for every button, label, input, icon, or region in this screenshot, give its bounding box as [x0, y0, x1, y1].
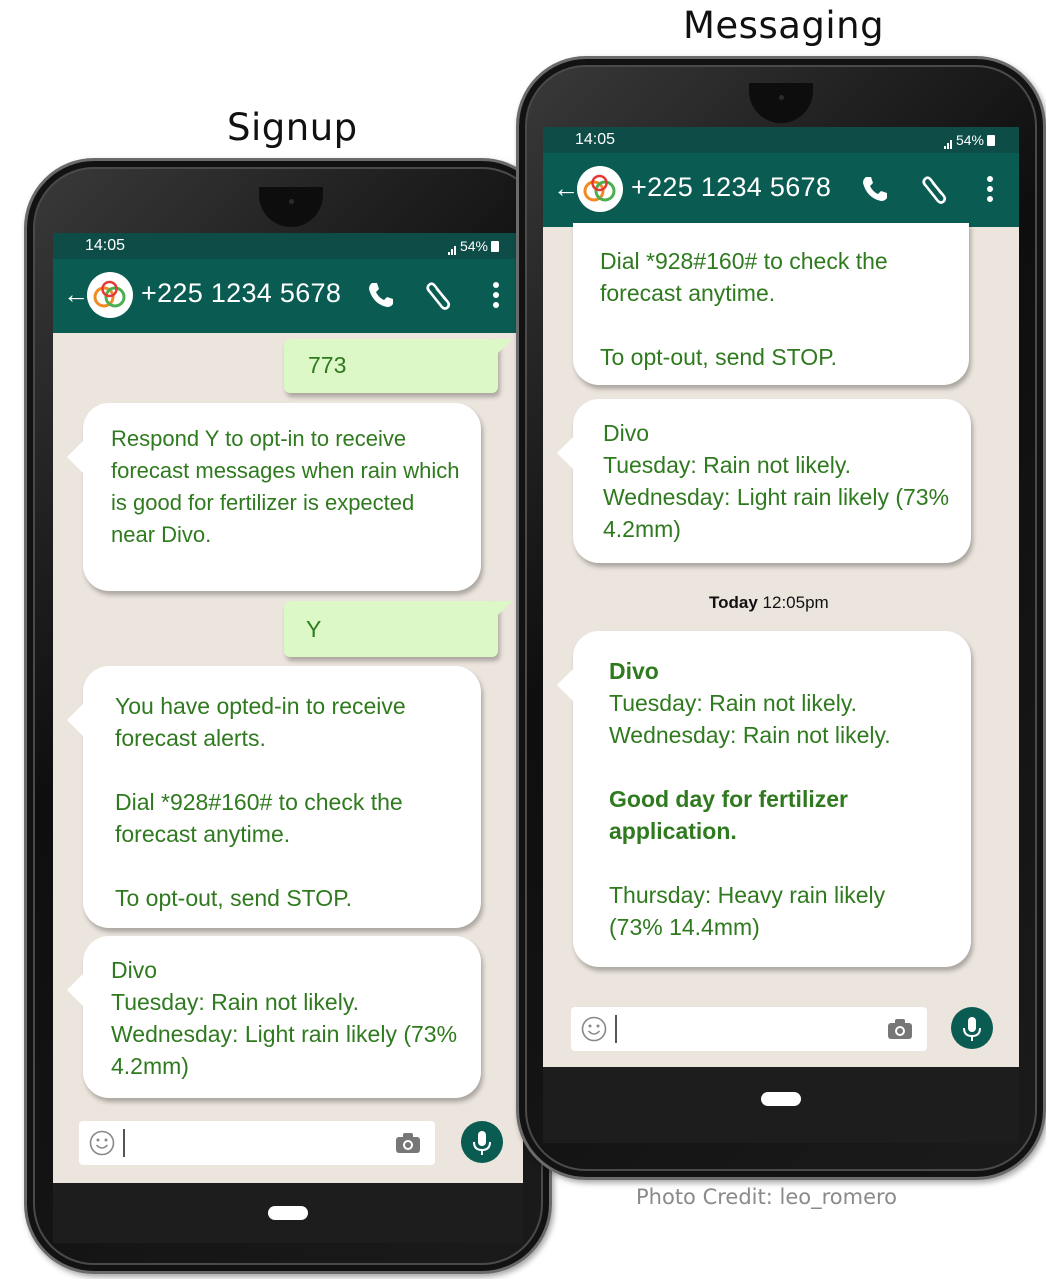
incoming-message[interactable]: Respond Y to opt-in to receive forecast …: [67, 403, 481, 591]
paperclip-icon[interactable]: [917, 171, 953, 207]
phone-icon[interactable]: [857, 171, 893, 207]
paperclip-icon[interactable]: [421, 277, 457, 313]
more-vertical-icon[interactable]: [972, 171, 1008, 207]
microphone-icon[interactable]: [951, 1007, 993, 1049]
phone-icon[interactable]: [363, 277, 399, 313]
date-divider-time: 12:05pm: [762, 593, 829, 612]
photo-credit: Photo Credit: leo_romero: [636, 1185, 898, 1209]
incoming-message[interactable]: Divo Tuesday: Rain not likely. Wednesday…: [557, 399, 971, 563]
message-highlight: Good day for fertilizer application.: [609, 786, 848, 844]
notch: [259, 187, 323, 227]
battery-indicator: 54%: [943, 132, 995, 149]
incoming-message[interactable]: Dial *928#160# to check the forecast any…: [573, 223, 969, 385]
text-caret: [123, 1129, 125, 1157]
chat-header: ← +225 1234 5678: [543, 153, 1019, 227]
avatar[interactable]: [577, 166, 623, 212]
smiley-icon[interactable]: [581, 1016, 607, 1042]
smiley-icon[interactable]: [89, 1130, 115, 1156]
arrow-left-icon[interactable]: ←: [63, 279, 89, 310]
messaging-screen: 14:05 54% ← +225 1234 5678 Dial *928#160…: [543, 127, 1019, 1143]
microphone-icon[interactable]: [461, 1121, 503, 1163]
signal-icon: [447, 239, 457, 255]
navigation-bar: [543, 1067, 1019, 1143]
incoming-message[interactable]: Divo Tuesday: Rain not likely. Wednesday…: [67, 936, 481, 1098]
text-caret: [615, 1015, 617, 1043]
signup-phone: 14:05 54% ← +225 1234 5678 773 Respond Y…: [24, 158, 552, 1274]
message-title: Divo: [609, 658, 659, 684]
outgoing-message[interactable]: Y: [284, 601, 512, 657]
battery-icon: [987, 135, 995, 146]
navigation-bar: [53, 1183, 523, 1243]
signup-caption: Signup: [227, 106, 358, 149]
message-line: Tuesday: Rain not likely.: [609, 690, 858, 716]
message-input[interactable]: [79, 1121, 435, 1165]
signup-screen: 14:05 54% ← +225 1234 5678 773 Respond Y…: [53, 233, 523, 1243]
more-vertical-icon[interactable]: [478, 277, 514, 313]
signal-icon: [943, 133, 953, 149]
outgoing-message[interactable]: 773: [284, 339, 512, 393]
message-line: Thursday: Heavy rain likely (73% 14.4mm): [609, 882, 886, 940]
date-divider-day: Today: [709, 593, 758, 612]
battery-icon: [491, 241, 499, 252]
status-bar: 14:05 54%: [543, 127, 1019, 153]
home-button[interactable]: [761, 1092, 801, 1106]
messaging-caption: Messaging: [683, 4, 885, 47]
date-divider: Today 12:05pm: [709, 593, 829, 613]
chat-header: ← +225 1234 5678: [53, 259, 523, 333]
messaging-phone: 14:05 54% ← +225 1234 5678 Dial *928#160…: [516, 56, 1046, 1180]
home-button[interactable]: [268, 1206, 308, 1220]
incoming-message[interactable]: You have opted-in to receive forecast al…: [67, 666, 481, 928]
camera-icon[interactable]: [887, 1018, 913, 1040]
avatar[interactable]: [87, 272, 133, 318]
arrow-left-icon[interactable]: ←: [553, 173, 579, 204]
message-input[interactable]: [571, 1007, 927, 1051]
battery-indicator: 54%: [447, 238, 499, 255]
status-bar: 14:05 54%: [53, 233, 523, 259]
status-time: 14:05: [85, 237, 126, 254]
contact-number[interactable]: +225 1234 5678: [141, 278, 341, 309]
incoming-message[interactable]: Divo Tuesday: Rain not likely. Wednesday…: [557, 631, 971, 967]
notch: [749, 83, 813, 123]
message-line: Wednesday: Rain not likely.: [609, 722, 891, 748]
camera-icon[interactable]: [395, 1132, 421, 1154]
contact-number[interactable]: +225 1234 5678: [631, 172, 831, 203]
status-time: 14:05: [575, 131, 616, 148]
